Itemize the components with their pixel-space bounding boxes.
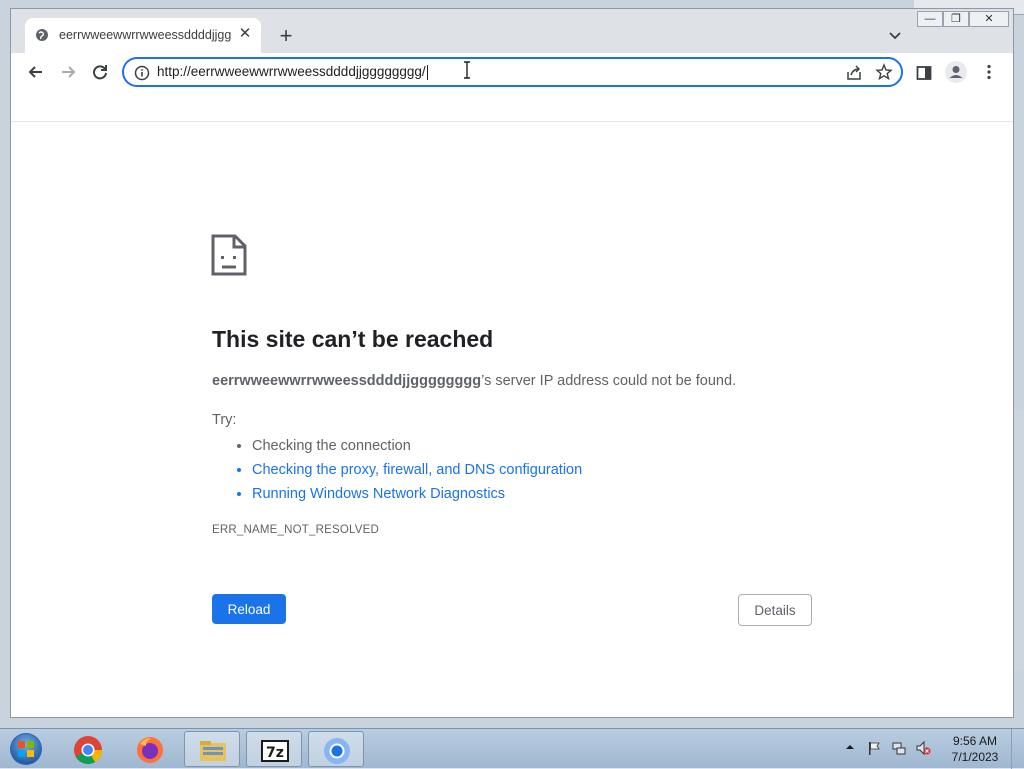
tray-expand-icon[interactable] [845,742,855,752]
error-code: ERR_NAME_NOT_RESOLVED [212,524,379,536]
ibeam-cursor-icon [464,61,470,79]
volume-muted-icon[interactable] [915,740,931,756]
restore-button[interactable]: ❐ [943,11,969,27]
action-center-flag-icon[interactable] [866,740,882,756]
reload-button[interactable]: Reload [212,594,286,624]
close-window-button[interactable]: ✕ [969,11,1009,27]
browser-window: eerrwweewwrrwweessddddjjgggg ✕ + — ❐ ✕ h… [10,8,1014,718]
taskbar-file-explorer[interactable] [184,731,240,767]
chromium-icon [324,738,350,764]
error-message: eerrwweewwrrwweessddddjjgggggggg’s serve… [212,373,736,389]
back-arrow-icon[interactable] [25,61,47,83]
taskbar-7zip[interactable]: 7z [246,731,302,767]
details-button[interactable]: Details [738,594,812,626]
text-caret [426,64,428,80]
new-tab-button[interactable]: + [276,25,296,47]
error-message-suffix: ’s server IP address could not be found. [481,373,737,389]
side-panel-icon[interactable] [916,65,932,81]
windows-start-icon[interactable] [6,731,46,767]
firefox-icon [137,737,163,763]
star-icon[interactable] [875,63,893,81]
suggestion-proxy-link[interactable]: Checking the proxy, firewall, and DNS co… [252,458,582,482]
try-label: Try: [212,412,237,428]
clock-date: 7/1/2023 [951,750,999,764]
profile-icon[interactable] [945,61,967,83]
active-tab[interactable]: eerrwweewwrrwweessddddjjgggg ✕ [25,18,261,53]
forward-arrow-icon[interactable] [57,61,79,83]
url-text: http://eerrwweewwrrwweessddddjjgggggggg/ [157,64,426,79]
minimize-button[interactable]: — [917,11,943,27]
browser-toolbar: http://eerrwweewwrrwweessddddjjgggggggg/ [11,53,1013,91]
error-title: This site can’t be reached [212,326,494,352]
taskbar-firefox[interactable] [122,731,178,767]
taskbar-clock[interactable]: 9:56 AM 7/1/2023 [944,733,1006,765]
taskbar: 7z 9:56 AM 7/1/2023 [0,728,1024,769]
taskbar-chrome[interactable] [60,731,116,767]
network-icon[interactable] [891,740,907,756]
address-bar-url-text[interactable]: http://eerrwweewwrrwweessddddjjgggggggg/ [157,64,428,80]
background-scrollbar[interactable] [1013,410,1024,670]
tab-strip: eerrwweewwrrwweessddddjjgggg ✕ + — ❐ ✕ [11,9,1013,53]
share-icon[interactable] [845,64,863,82]
address-bar[interactable]: http://eerrwweewwrrwweessddddjjgggggggg/ [122,57,903,87]
taskbar-chromium[interactable] [308,731,364,767]
suggestion-list: Checking the connection Checking the pro… [232,434,582,506]
svg-text:7z: 7z [266,745,284,761]
suggestion-check-connection: Checking the connection [252,434,582,458]
tab-title: eerrwweewwrrwweessddddjjgggg [59,28,231,42]
menu-icon[interactable] [980,63,998,81]
error-page: This site can’t be reached eerrwweewwrrw… [11,122,1013,717]
tab-close-icon[interactable]: ✕ [237,26,253,42]
folder-icon [200,741,226,761]
tab-search-chevron-icon[interactable] [887,27,903,43]
person-icon [949,66,963,78]
show-desktop-button[interactable] [1011,729,1024,769]
sad-page-icon [211,234,247,276]
reload-icon[interactable] [89,61,111,83]
info-icon[interactable] [134,65,150,81]
error-host: eerrwweewwrrwweessddddjjgggggggg [212,373,482,389]
suggestion-diagnostics-link[interactable]: Running Windows Network Diagnostics [252,482,582,506]
clock-time: 9:56 AM [952,734,998,748]
7zip-icon: 7z [261,740,289,762]
globe-icon [36,29,48,41]
chrome-icon [74,736,102,764]
